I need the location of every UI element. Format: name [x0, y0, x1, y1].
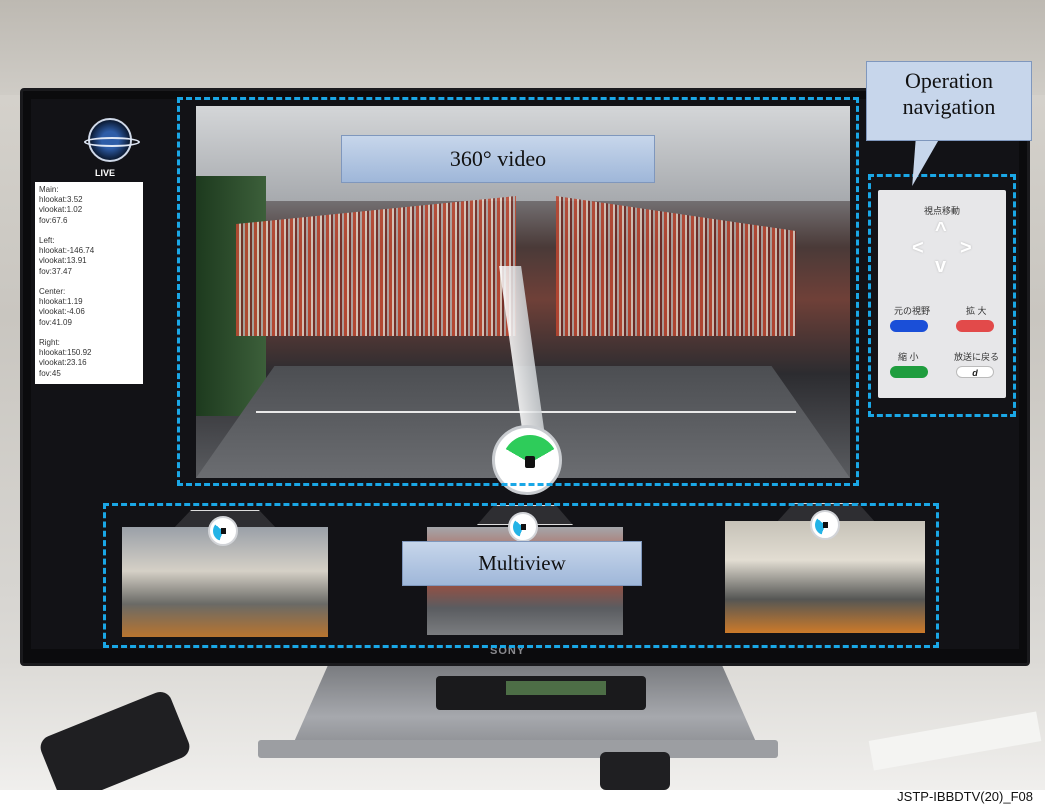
operation-navigation-label: Operation navigation	[866, 61, 1032, 141]
view-status-panel: Main: hlookat:3.52 vlookat:1.02 fov:67.6…	[35, 182, 143, 384]
tv-stand-base	[258, 740, 778, 758]
video-360-label: 360° video	[341, 135, 655, 183]
multiview-label: Multiview	[402, 541, 642, 586]
globe-logo-icon	[84, 118, 140, 162]
operation-outline	[868, 174, 1016, 417]
live-badge: LIVE	[95, 168, 116, 178]
figure-caption: JSTP-IBBDTV(20)_F08	[897, 789, 1033, 804]
receiver-display	[506, 681, 606, 695]
receiver-box	[436, 676, 646, 710]
remote-control-small	[600, 752, 670, 790]
